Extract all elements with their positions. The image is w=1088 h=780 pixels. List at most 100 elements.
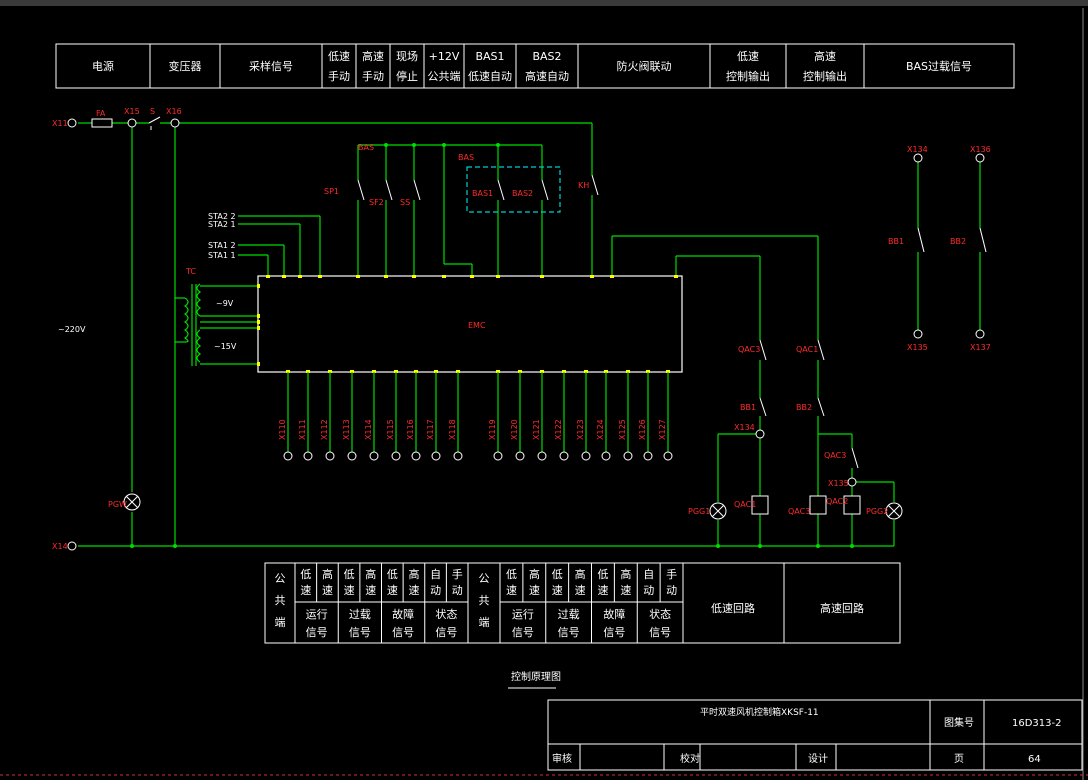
- design-label: 设计: [808, 752, 828, 765]
- label-bb1: BB1: [740, 403, 756, 412]
- lower-right-top-5: 速: [620, 584, 631, 597]
- lower-right-bottom-3-b: 信号: [649, 626, 671, 639]
- lower-left-top-0: 速: [300, 584, 311, 597]
- header-cell-10-0: 低速: [737, 50, 759, 63]
- lower-left-top-3: 速: [365, 584, 376, 597]
- lower-right-common: 公: [479, 572, 490, 585]
- terminal-label-X127: X127: [658, 419, 667, 440]
- label-x135: X135: [907, 343, 928, 352]
- header-cell-5-1: 停止: [396, 69, 418, 83]
- lower-right-top-0: 低: [506, 568, 517, 581]
- lower-left-top-5: 速: [408, 584, 419, 597]
- terminal-label-X118: X118: [448, 419, 457, 440]
- label-220v: ~220V: [58, 325, 86, 334]
- label-fa: FA: [96, 109, 106, 118]
- header-cell-11-1: 控制输出: [803, 69, 847, 83]
- label-x14: X14: [52, 542, 68, 551]
- terminal-circle: [411, 451, 421, 461]
- lower-right-top-3: 高: [575, 567, 586, 581]
- label-9v: ~9V: [216, 299, 234, 308]
- label-sta12: STA1 2: [208, 241, 236, 250]
- terminal-label-X126: X126: [638, 419, 647, 440]
- emc-top-pin: [610, 275, 614, 278]
- terminal-label-X111: X111: [298, 419, 307, 440]
- label-x16: X16: [166, 107, 182, 116]
- header-cell-7-0: BAS1: [475, 50, 504, 63]
- label-x136-right: X136: [970, 145, 991, 154]
- label-x15: X15: [124, 107, 140, 116]
- header-cell-9-0: 防火阀联动: [617, 59, 672, 73]
- header-cell-12-0: BAS过载信号: [906, 60, 972, 73]
- emc-top-pin: [298, 275, 302, 278]
- label-qac2-coil: QAC2: [826, 497, 848, 506]
- terminal-label-X112: X112: [320, 419, 329, 440]
- header-cell-6-0: +12V: [429, 50, 460, 63]
- lower-left-top-7: 动: [452, 584, 463, 597]
- terminal-label-X122: X122: [554, 419, 563, 440]
- lower-left-top-7: 手: [452, 567, 463, 581]
- label-bb1-right: BB1: [888, 237, 904, 246]
- label-qac3b: QAC3: [824, 451, 846, 460]
- header-cell-11-0: 高速: [814, 49, 836, 63]
- low-loop-label: 低速回路: [711, 602, 755, 615]
- terminal-label-X115: X115: [386, 419, 395, 440]
- terminal-circle: [369, 451, 379, 461]
- lower-right-common: 共: [479, 594, 490, 607]
- emc-top-pin: [674, 275, 678, 278]
- lower-left-bottom-1-b: 信号: [349, 626, 371, 639]
- lower-right-top-4: 速: [597, 584, 608, 597]
- lower-left-top-2: 低: [344, 568, 355, 581]
- lower-right-top-2: 速: [552, 584, 563, 597]
- label-x134-right: X134: [907, 145, 928, 154]
- label-bas-box: BAS: [458, 153, 474, 162]
- bottom-terminals: X110 X111 X112 X113 X114 X115 X116 X117 X118 X119…: [278, 372, 673, 461]
- lower-left-top-0: 低: [300, 568, 311, 581]
- emc-left-pin: [257, 314, 260, 318]
- label-x134: X134: [734, 423, 755, 432]
- lower-left-bottom-0-a: 运行: [306, 608, 328, 621]
- lower-right-top-7: 动: [666, 584, 677, 597]
- header-cell-8-1: 高速自动: [525, 69, 569, 83]
- lower-left-bottom-1-a: 过载: [349, 608, 371, 621]
- lower-left-top-6: 自: [430, 568, 441, 581]
- header-cell-5-0: 现场: [396, 49, 418, 63]
- lower-left-bottom-3-b: 信号: [435, 626, 457, 639]
- terminal-circle: [303, 451, 313, 461]
- label-qac3: QAC3: [738, 345, 760, 354]
- page-label: 页: [954, 753, 964, 765]
- terminal-circle: [559, 451, 569, 461]
- fuse-fa: [91, 118, 113, 128]
- label-15v: ~15V: [214, 342, 237, 351]
- lower-right-bottom-2-b: 信号: [603, 626, 625, 639]
- page-no: 64: [1028, 754, 1041, 765]
- label-x137: X137: [970, 343, 991, 352]
- lower-left-top-3: 高: [365, 567, 376, 581]
- lower-right-bottom-3-a: 状态: [649, 607, 671, 621]
- header-cell-4-0: 高速: [362, 49, 384, 63]
- lower-right-bottom-2-a: 故障: [603, 607, 625, 621]
- terminal-label-X123: X123: [576, 419, 585, 440]
- label-bb2: BB2: [796, 403, 812, 412]
- terminal-label-X125: X125: [618, 419, 627, 440]
- lower-left-top-1: 高: [322, 567, 333, 581]
- terminal-circle: [347, 451, 357, 461]
- check-label: 校对: [680, 752, 700, 765]
- terminal-circle: [515, 451, 525, 461]
- emc-left-pin: [257, 284, 260, 288]
- label-s: S: [150, 107, 155, 116]
- terminal-label-X120: X120: [510, 419, 519, 440]
- emc-left-pin: [257, 362, 260, 366]
- terminal-circle: [623, 451, 633, 461]
- lower-left-top-2: 速: [344, 584, 355, 597]
- terminal-label-X121: X121: [532, 419, 541, 440]
- header-cell-10-1: 控制输出: [726, 69, 770, 83]
- label-kh: KH: [578, 181, 589, 190]
- lower-left-top-5: 高: [408, 567, 419, 581]
- terminal-label-X116: X116: [406, 419, 415, 440]
- title-block-title: 平时双速风机控制箱XKSF-11: [700, 706, 819, 718]
- lower-right-top-4: 低: [597, 568, 608, 581]
- label-pgw: PGW: [108, 500, 127, 509]
- label-qac1: QAC1: [796, 345, 818, 354]
- emc-top-pin: [266, 275, 270, 278]
- label-qac3-coil: QAC3: [788, 507, 810, 516]
